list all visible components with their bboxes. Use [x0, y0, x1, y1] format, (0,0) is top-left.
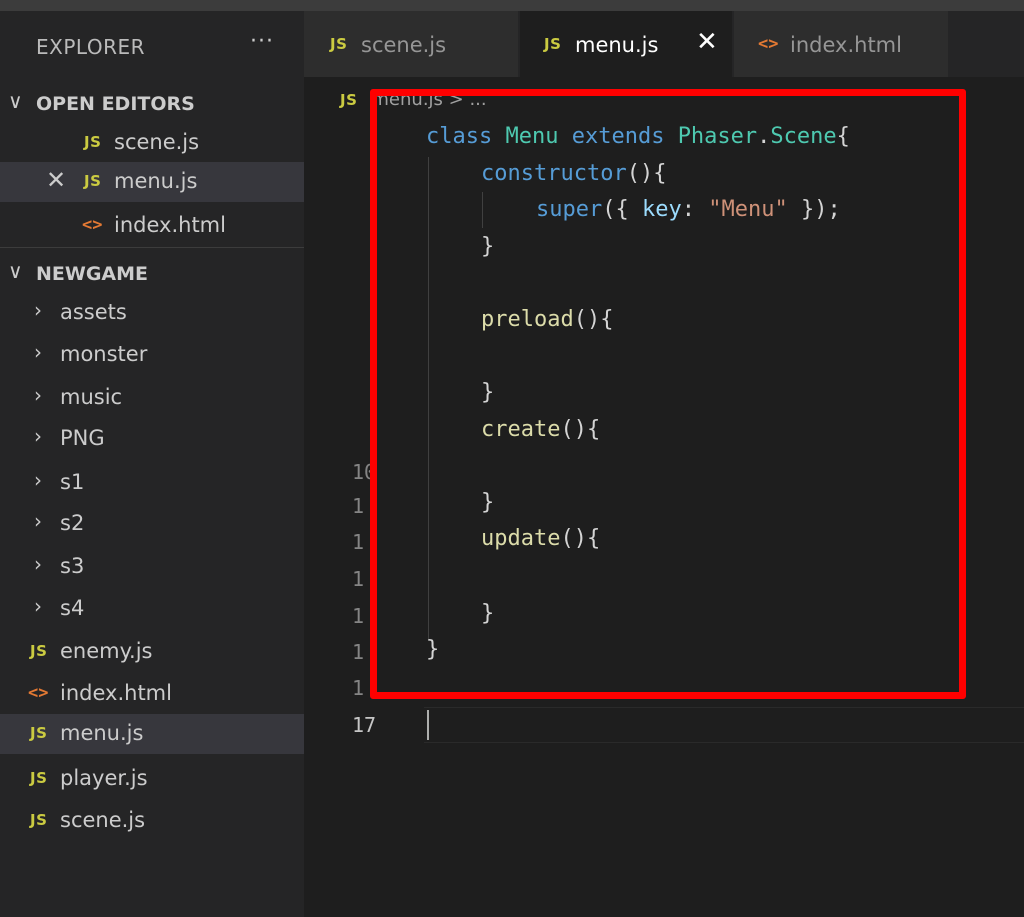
window-top-strip	[0, 0, 1024, 11]
open-editor-label: index.html	[114, 213, 226, 237]
open-editor-index-html[interactable]: <> index.html	[0, 206, 304, 246]
folder-s3[interactable]: › s3	[0, 547, 304, 587]
chevron-right-icon: ›	[34, 509, 42, 533]
open-editor-label: scene.js	[114, 130, 200, 154]
chevron-right-icon: ›	[34, 383, 42, 407]
open-editor-menu-js[interactable]: ✕ JS menu.js	[0, 162, 304, 202]
explorer-title: EXPLORER	[36, 35, 145, 59]
project-label: NEWGAME	[36, 263, 149, 285]
chevron-down-icon: ∨	[8, 89, 23, 113]
tab-label: index.html	[790, 33, 902, 57]
html-file-icon: <>	[758, 34, 779, 54]
tab-label: menu.js	[575, 33, 659, 57]
folder-monster[interactable]: › monster	[0, 335, 304, 375]
file-label: scene.js	[60, 808, 146, 832]
chevron-right-icon: ›	[34, 340, 42, 364]
file-enemy-js[interactable]: JS enemy.js	[0, 632, 304, 672]
js-file-icon: JS	[30, 769, 48, 787]
file-index-html[interactable]: <> index.html	[0, 674, 304, 714]
js-file-icon: JS	[30, 811, 48, 829]
more-actions-icon[interactable]: ···	[250, 29, 274, 54]
folder-label: assets	[60, 300, 127, 324]
file-player-js[interactable]: JS player.js	[0, 759, 304, 799]
tab-label: scene.js	[361, 33, 447, 57]
explorer-sidebar: EXPLORER ··· ∨ OPEN EDITORS JS scene.js …	[0, 11, 304, 917]
tab-menu-js[interactable]: JS menu.js ✕	[520, 11, 732, 77]
file-scene-js[interactable]: JS scene.js	[0, 801, 304, 841]
close-icon[interactable]: ✕	[696, 27, 718, 57]
text-cursor	[427, 710, 429, 740]
editor-tab-bar: JS scene.js JS menu.js ✕ <> index.html	[304, 11, 1024, 77]
open-editors-label: OPEN EDITORS	[36, 93, 195, 115]
folder-label: s3	[60, 554, 85, 578]
project-header[interactable]: ∨ NEWGAME	[0, 257, 304, 293]
folder-label: PNG	[60, 426, 105, 450]
folder-label: monster	[60, 342, 148, 366]
line-number-current: 17	[352, 713, 377, 737]
chevron-down-icon: ∨	[8, 259, 23, 283]
js-file-icon: JS	[330, 35, 348, 53]
close-icon[interactable]: ✕	[46, 166, 66, 194]
file-menu-js[interactable]: JS menu.js	[0, 714, 304, 754]
file-label: index.html	[60, 681, 172, 705]
js-file-icon: JS	[84, 172, 102, 190]
chevron-right-icon: ›	[34, 424, 42, 448]
folder-s1[interactable]: › s1	[0, 463, 304, 503]
js-file-icon: JS	[544, 35, 562, 53]
html-file-icon: <>	[28, 683, 49, 703]
folder-label: s4	[60, 596, 85, 620]
open-editors-header[interactable]: ∨ OPEN EDITORS	[0, 87, 304, 123]
js-file-icon: JS	[30, 724, 48, 742]
chevron-right-icon: ›	[34, 552, 42, 576]
html-file-icon: <>	[82, 215, 103, 235]
folder-s2[interactable]: › s2	[0, 504, 304, 544]
file-label: player.js	[60, 766, 148, 790]
file-label: menu.js	[60, 721, 144, 745]
current-line-highlight	[424, 707, 1024, 743]
chevron-right-icon: ›	[34, 594, 42, 618]
tab-scene-js[interactable]: JS scene.js	[304, 11, 518, 77]
folder-assets[interactable]: › assets	[0, 293, 304, 333]
tab-index-html[interactable]: <> index.html	[734, 11, 948, 77]
js-file-icon: JS	[30, 642, 48, 660]
red-highlight-box	[370, 89, 966, 699]
folder-label: s1	[60, 470, 85, 494]
folder-music[interactable]: › music	[0, 378, 304, 418]
folder-label: s2	[60, 511, 85, 535]
chevron-right-icon: ›	[34, 298, 42, 322]
folder-label: music	[60, 385, 123, 409]
chevron-right-icon: ›	[34, 468, 42, 492]
folder-png[interactable]: › PNG	[0, 419, 304, 459]
folder-s4[interactable]: › s4	[0, 589, 304, 629]
open-editor-scene-js[interactable]: JS scene.js	[0, 123, 304, 163]
section-divider	[0, 247, 304, 248]
open-editor-label: menu.js	[114, 169, 198, 193]
file-label: enemy.js	[60, 639, 153, 663]
js-file-icon: JS	[84, 133, 102, 151]
